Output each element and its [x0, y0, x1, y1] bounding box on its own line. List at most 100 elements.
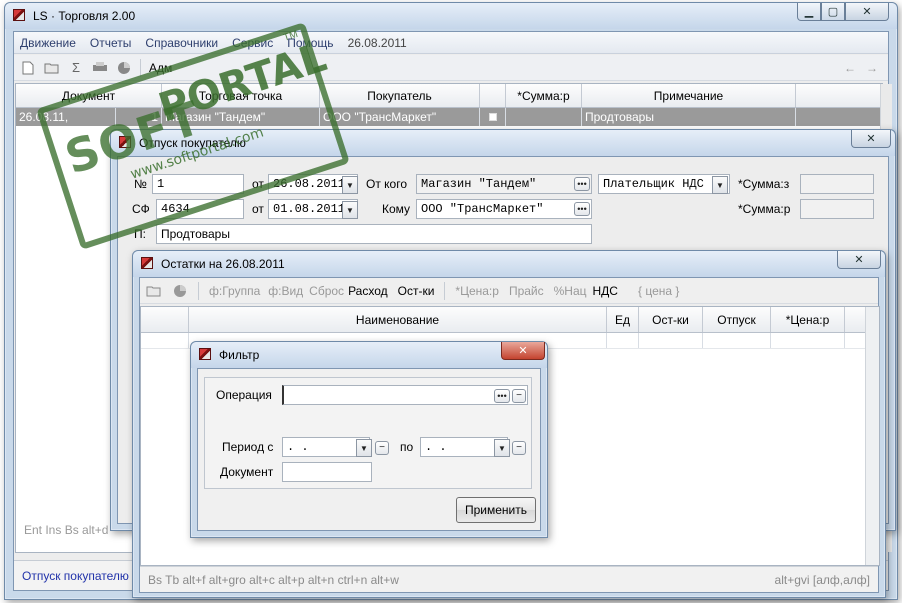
col-unit[interactable]: Ед	[607, 307, 639, 332]
menu-spravochniki[interactable]: Справочники	[145, 36, 218, 50]
chevron-down-icon: ▼	[346, 180, 354, 190]
period-label: Период с	[222, 440, 274, 454]
close-icon: ✕	[854, 254, 864, 266]
back-arrow-icon[interactable]: ←	[844, 61, 856, 75]
date-dropdown-button[interactable]: ▼	[342, 176, 358, 194]
filter-title: Фильтр	[219, 348, 260, 362]
print-icon[interactable]	[92, 60, 108, 76]
forward-arrow-icon[interactable]: →	[866, 61, 878, 75]
sf-date-dropdown-button[interactable]: ▼	[342, 201, 358, 219]
stock-grid-header: Наименование Ед Ост-ки Отпуск *Цена:р	[141, 307, 879, 333]
filter-group-button[interactable]: ф:Группа	[209, 284, 260, 298]
stock-status-right: alt+gvi [алф,алф]	[774, 573, 870, 587]
minimize-button[interactable]: ▁	[797, 3, 821, 21]
col-flag[interactable]	[480, 84, 506, 107]
cell-price	[771, 333, 845, 348]
filter-titlebar[interactable]: Фильтр ✕	[191, 342, 547, 368]
stock-statusbar: Bs Tb alt+f alt+gro alt+c alt+p alt+n ct…	[140, 566, 878, 592]
cell-note: Продтовары	[582, 108, 796, 126]
adm-button[interactable]: Адм	[149, 61, 172, 75]
new-document-icon[interactable]	[20, 60, 36, 76]
operation-browse-button[interactable]: •••	[494, 389, 510, 403]
document-input[interactable]	[282, 462, 372, 482]
cell-number: 1	[116, 108, 162, 126]
cell-balance	[639, 333, 703, 348]
period-to-clear-button[interactable]: −	[512, 441, 526, 455]
col-shipment[interactable]: Отпуск	[703, 307, 771, 332]
period-to-dropdown-button[interactable]: ▼	[494, 439, 510, 457]
chevron-down-icon: ▼	[346, 205, 354, 215]
to-browse-button[interactable]: •••	[574, 202, 590, 216]
menu-otchety[interactable]: Отчеты	[90, 36, 131, 50]
sum-icon[interactable]: Σ	[68, 60, 84, 76]
reset-button[interactable]: Сброс	[309, 284, 344, 298]
chevron-down-icon: ▼	[498, 443, 506, 453]
close-icon: ✕	[862, 6, 872, 18]
menu-date: 26.08.2011	[347, 35, 407, 50]
payer-select[interactable]: Плательщик НДС	[598, 174, 730, 194]
period-from-clear-button[interactable]: −	[375, 441, 389, 455]
col-sum[interactable]: *Сумма:р	[506, 84, 582, 107]
filter-close-button[interactable]: ✕	[501, 342, 545, 360]
sum-r-value	[800, 199, 874, 219]
from-input[interactable]: Магазин "Тандем"	[416, 174, 592, 194]
stock-titlebar[interactable]: Остатки на 26.08.2011 ✕	[133, 251, 885, 277]
vat-button[interactable]: НДС	[593, 284, 618, 298]
open-folder-icon[interactable]	[146, 283, 162, 299]
filter-dialog: Фильтр ✕ Операция ••• − Период с . . ▼ −…	[190, 341, 548, 538]
tab-shipment[interactable]: Отпуск покупателю	[22, 569, 129, 583]
cell-buyer: ООО "ТрансМаркет"	[320, 108, 480, 126]
menu-pomoshch[interactable]: Помощь	[287, 36, 333, 50]
note-input[interactable]: Продтовары	[156, 224, 592, 244]
apply-button[interactable]: Применить	[456, 497, 536, 523]
sum-r-label: *Сумма:р	[738, 202, 791, 216]
maximize-button[interactable]: ▢	[821, 3, 845, 21]
price-list-button[interactable]: Прайс	[509, 284, 544, 298]
operation-input[interactable]	[282, 385, 528, 405]
stock-scrollbar[interactable]	[865, 307, 879, 565]
cell-date: 26.08.11,	[16, 108, 116, 126]
payer-dropdown-button[interactable]: ▼	[712, 176, 728, 194]
document-label: Документ	[220, 465, 274, 479]
close-button[interactable]: ✕	[845, 3, 889, 21]
price-r-button[interactable]: *Цена:р	[455, 284, 499, 298]
sf-date-label: от	[252, 202, 264, 216]
documents-grid-header: Документ Торговая точка Покупатель *Сумм…	[16, 84, 882, 108]
chevron-down-icon: ▼	[716, 180, 724, 190]
col-trade-point[interactable]: Торговая точка	[162, 84, 320, 107]
shipment-close-button[interactable]: ✕	[851, 130, 891, 148]
menu-servis[interactable]: Сервис	[232, 36, 273, 50]
no-input[interactable]: 1	[152, 174, 244, 194]
menubar: Движение Отчеты Справочники Сервис Помощ…	[14, 32, 888, 54]
col-price[interactable]: *Цена:р	[771, 307, 845, 332]
price-braces-button[interactable]: { цена }	[638, 284, 679, 298]
stock-close-button[interactable]: ✕	[837, 251, 881, 269]
app-icon	[199, 348, 211, 360]
menu-dvizhenie[interactable]: Движение	[20, 36, 76, 50]
toolbar-separator	[198, 281, 199, 300]
shipment-title: Отпуск покупателю	[139, 136, 246, 150]
pie-chart-icon[interactable]	[116, 60, 132, 76]
col-note[interactable]: Примечание	[582, 84, 796, 107]
main-titlebar[interactable]: LS · Торговля 2.00 ▁ ▢ ✕	[5, 3, 897, 29]
balance-button[interactable]: Ост-ки	[398, 284, 435, 298]
col-indicator[interactable]	[141, 307, 189, 332]
close-icon: ✕	[866, 133, 876, 145]
col-document[interactable]: Документ	[16, 84, 162, 107]
col-buyer[interactable]: Покупатель	[320, 84, 480, 107]
expense-button[interactable]: Расход	[348, 284, 388, 298]
col-balance[interactable]: Ост-ки	[639, 307, 703, 332]
table-row[interactable]: 26.08.11, 1 Магазин "Тандем" ООО "ТрансМ…	[16, 108, 882, 126]
filter-kind-button[interactable]: ф:Вид	[268, 284, 303, 298]
to-input[interactable]: ООО "ТрансМаркет"	[416, 199, 592, 219]
sf-input[interactable]: 4634	[156, 199, 244, 219]
operation-clear-button[interactable]: −	[512, 389, 526, 403]
period-from-dropdown-button[interactable]: ▼	[356, 439, 372, 457]
from-browse-button[interactable]: •••	[574, 177, 590, 191]
checkbox-icon[interactable]	[488, 113, 497, 121]
pie-chart-icon[interactable]	[172, 283, 188, 299]
markup-button[interactable]: %Нац	[554, 284, 587, 298]
shipment-titlebar[interactable]: Отпуск покупателю ✕	[111, 130, 895, 156]
open-folder-icon[interactable]	[44, 60, 60, 76]
col-name[interactable]: Наименование	[189, 307, 607, 332]
